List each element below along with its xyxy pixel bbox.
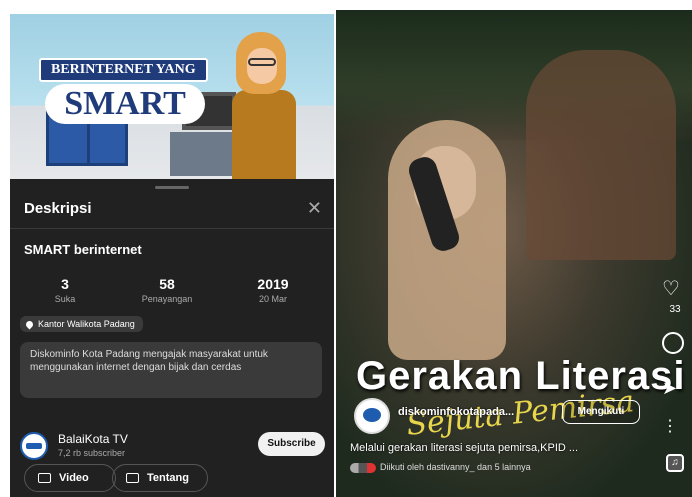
username[interactable]: diskominfokotapada... xyxy=(398,406,514,418)
character-face xyxy=(247,48,277,84)
instagram-reel-panel[interactable]: Gerakan Literasi Sejuta Pemirsa ♡ 33 ➤ ⋮… xyxy=(336,10,692,497)
thumbnail-title: BERINTERNET YANG SMART xyxy=(39,58,208,124)
video-tab-button[interactable]: Video xyxy=(24,464,116,492)
followed-by-text: Diikuti oleh dastivanny_ dan 5 lainnya xyxy=(380,462,531,472)
stat-label: Penayangan xyxy=(141,294,193,304)
description-box: Diskominfo Kota Padang mengajak masyarak… xyxy=(20,342,322,398)
music-icon[interactable]: ♫ xyxy=(666,454,684,472)
thumbnail-title-line2: SMART xyxy=(45,84,205,124)
channel-avatar[interactable] xyxy=(20,432,48,460)
video-thumbnail[interactable]: BERINTERNET YANG SMART xyxy=(10,14,334,179)
share-icon[interactable]: ➤ xyxy=(662,378,677,399)
stat-value: 58 xyxy=(159,276,175,292)
stat-value: 3 xyxy=(61,276,69,292)
more-options-icon[interactable]: ⋮ xyxy=(662,416,678,436)
overlay-title: Gerakan Literasi xyxy=(356,354,686,398)
followed-by: Diikuti oleh dastivanny_ dan 5 lainnya xyxy=(350,462,531,473)
about-tab-button[interactable]: Tentang xyxy=(112,464,208,492)
stat-views: 58 Penayangan xyxy=(122,276,212,304)
about-tab-label: Tentang xyxy=(147,472,189,484)
channel-name[interactable]: BalaiKota TV xyxy=(58,432,128,446)
thumbnail-title-line1: BERINTERNET YANG xyxy=(39,58,208,82)
location-chip[interactable]: Kantor Walikota Padang xyxy=(20,316,143,332)
close-icon[interactable]: ✕ xyxy=(307,198,322,219)
stat-likes: 3 Suka xyxy=(20,276,110,304)
stat-value: 2019 xyxy=(257,276,289,292)
stat-label: Suka xyxy=(54,294,76,304)
divider xyxy=(10,228,334,229)
play-icon xyxy=(38,473,51,484)
sheet-title: Deskripsi xyxy=(24,200,92,217)
subscribe-button[interactable]: Subscribe xyxy=(258,432,325,456)
location-label: Kantor Walikota Padang xyxy=(38,319,135,329)
sheet-drag-handle[interactable] xyxy=(155,186,189,189)
background-person xyxy=(526,50,676,260)
heart-icon[interactable]: ♡ xyxy=(662,276,680,301)
channel-subscribers: 7,2 rb subscriber xyxy=(58,448,126,458)
comment-icon[interactable] xyxy=(662,332,684,354)
character-body xyxy=(232,90,296,179)
person-icon xyxy=(126,473,139,484)
character-glasses xyxy=(248,58,276,66)
stat-date: 2019 20 Mar xyxy=(228,276,318,304)
like-count: 33 xyxy=(669,304,681,315)
follower-avatars xyxy=(350,462,376,473)
youtube-description-panel: BERINTERNET YANG SMART Deskripsi ✕ SMART… xyxy=(10,14,334,497)
stat-label: 20 Mar xyxy=(258,294,287,304)
video-title: SMART berinternet xyxy=(24,242,142,257)
profile-avatar[interactable] xyxy=(354,398,390,434)
location-pin-icon xyxy=(24,319,35,330)
video-tab-label: Video xyxy=(59,472,89,484)
following-button[interactable]: Mengikuti xyxy=(562,400,640,424)
post-caption[interactable]: Melalui gerakan literasi sejuta pemirsa,… xyxy=(350,442,578,454)
